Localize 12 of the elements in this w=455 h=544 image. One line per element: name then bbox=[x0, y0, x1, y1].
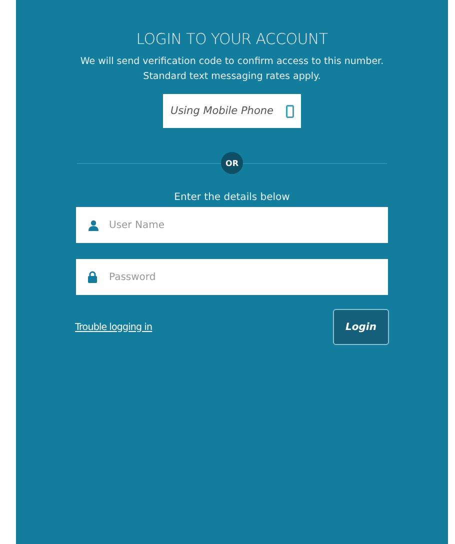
login-title: LOGIN TO YOUR ACCOUNT bbox=[136, 30, 328, 48]
mobile-phone-button[interactable]: Using Mobile Phone bbox=[163, 94, 301, 128]
lock-icon bbox=[88, 271, 97, 283]
trouble-logging-in-link[interactable]: Trouble logging in bbox=[75, 322, 152, 332]
username-field[interactable]: User Name bbox=[76, 207, 388, 243]
verification-notice: We will send verification code to confirm access to this number. Standard text messaging rates apply. bbox=[80, 55, 384, 84]
details-prompt: Enter the details below bbox=[174, 192, 290, 203]
password-field[interactable]: Password bbox=[76, 259, 388, 295]
user-icon bbox=[88, 220, 99, 230]
phone-icon bbox=[286, 104, 294, 118]
login-button[interactable]: Login bbox=[333, 309, 389, 345]
or-divider-badge: OR bbox=[221, 152, 243, 174]
